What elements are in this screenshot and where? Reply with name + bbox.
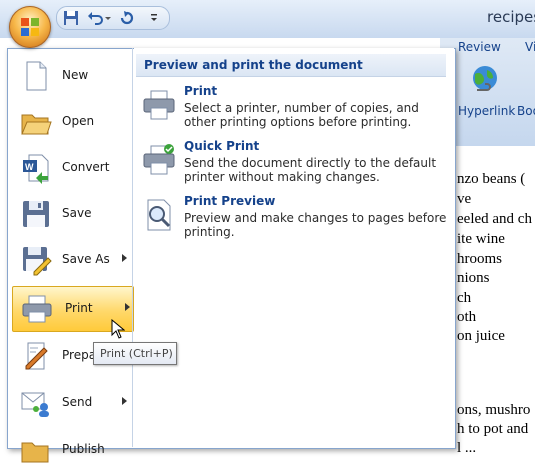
customize-toolbar-icon[interactable] xyxy=(149,10,159,26)
prepare-icon xyxy=(25,342,48,370)
tab-view[interactable]: Vi xyxy=(525,40,535,54)
tooltip-text: Print (Ctrl+P) xyxy=(100,347,173,360)
open-folder-icon xyxy=(21,114,52,135)
menu-item-send[interactable]: Send xyxy=(10,381,133,425)
tab-review[interactable]: Review xyxy=(458,40,501,54)
doc-line: nzo beans ( xyxy=(457,171,526,187)
submenu-arrow-icon xyxy=(125,303,130,311)
doc-line: ons, mushro xyxy=(457,402,531,418)
doc-line: eeled and ch xyxy=(457,211,532,227)
save-floppy-icon xyxy=(23,201,49,227)
menu-item-label: Publish xyxy=(62,442,105,456)
menu-divider xyxy=(132,48,133,447)
printer-icon xyxy=(143,90,175,120)
title-bar: recipes xyxy=(0,0,535,38)
print-tooltip: Print (Ctrl+P) xyxy=(93,342,177,365)
submenu-header: Preview and print the document xyxy=(136,54,446,77)
doc-line: ve xyxy=(457,191,472,207)
submenu-print[interactable]: Print Select a printer, number of copies… xyxy=(142,84,442,130)
submenu-item-title: Print Preview xyxy=(184,194,276,208)
menu-item-label: Open xyxy=(62,114,95,128)
doc-line: hrooms xyxy=(457,251,502,267)
menu-item-open[interactable]: Open xyxy=(10,100,133,144)
print-submenu: Preview and print the document Print Sel… xyxy=(134,48,454,447)
menu-item-publish[interactable]: Publish xyxy=(10,428,133,472)
submenu-item-desc: Select a printer, number of copies, and … xyxy=(184,101,419,129)
menu-item-label: Print xyxy=(65,301,93,315)
menu-item-save-as[interactable]: Save As xyxy=(10,238,133,282)
printer-icon xyxy=(22,295,52,323)
menu-item-label: New xyxy=(62,68,89,82)
submenu-arrow-icon xyxy=(122,397,127,405)
send-icon xyxy=(21,392,49,417)
office-logo-icon xyxy=(21,18,39,36)
publish-icon xyxy=(21,442,49,463)
office-menu-commands: New Open W Convert Save Save As Print Pr… xyxy=(8,48,134,463)
submenu-quick-print[interactable]: Quick Print Send the document directly t… xyxy=(142,139,442,185)
quick-access-toolbar xyxy=(56,6,170,30)
save-as-icon xyxy=(23,247,52,276)
document-title: recipes xyxy=(487,8,535,26)
menu-item-save[interactable]: Save xyxy=(10,192,133,236)
submenu-item-title: Print xyxy=(184,84,218,98)
doc-line: l ... xyxy=(457,440,477,456)
office-button[interactable] xyxy=(9,6,51,48)
submenu-title: Preview and print the document xyxy=(144,58,363,72)
menu-item-label: Save xyxy=(62,206,92,220)
print-preview-icon xyxy=(147,199,171,231)
hyperlink-button[interactable]: Hyperlink xyxy=(458,104,515,118)
convert-icon: W xyxy=(23,154,49,184)
submenu-item-desc: Send the document directly to the defaul… xyxy=(184,156,437,184)
doc-line: ch xyxy=(457,290,472,306)
doc-line: ite wine xyxy=(457,231,505,247)
bookmark-button[interactable]: Boo xyxy=(517,104,535,118)
quick-print-icon xyxy=(143,144,175,175)
new-document-icon xyxy=(26,61,47,91)
undo-dropdown-icon[interactable] xyxy=(104,10,112,26)
doc-line: oth xyxy=(457,309,477,325)
submenu-item-desc: Preview and make changes to pages before… xyxy=(184,211,447,239)
hyperlink-globe-icon[interactable] xyxy=(469,64,501,96)
doc-line: h to pot and xyxy=(457,421,529,437)
redo-icon[interactable] xyxy=(119,10,135,26)
doc-line: on juice xyxy=(457,328,505,344)
menu-item-convert[interactable]: W Convert xyxy=(10,146,133,190)
submenu-item-title: Quick Print xyxy=(184,139,260,153)
menu-item-label: Save As xyxy=(62,252,110,266)
submenu-arrow-icon xyxy=(122,254,127,262)
undo-icon[interactable] xyxy=(87,10,103,26)
mouse-pointer-icon xyxy=(111,319,125,339)
menu-item-label: Convert xyxy=(62,160,110,174)
menu-item-new[interactable]: New xyxy=(10,54,133,98)
doc-line: nions xyxy=(457,270,490,286)
submenu-print-preview[interactable]: Print Preview Preview and make changes t… xyxy=(142,194,446,240)
save-icon[interactable] xyxy=(63,10,79,26)
svg-text:W: W xyxy=(25,162,34,172)
menu-item-label: Send xyxy=(62,395,93,409)
